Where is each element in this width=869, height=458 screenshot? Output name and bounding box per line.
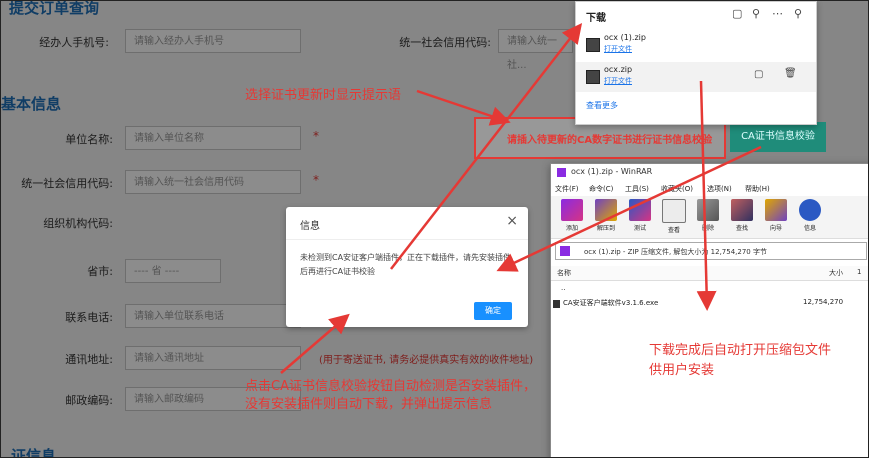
- delete-icon[interactable]: 🗑: [784, 68, 797, 79]
- folder-icon[interactable]: ▢: [732, 7, 742, 20]
- toolbar-info-button[interactable]: 信息: [795, 199, 825, 232]
- file-row[interactable]: ..: [551, 284, 868, 296]
- file-row[interactable]: CA安证客户端软件v3.1.6.exe 12,754,270: [551, 298, 868, 310]
- dialog-message: 未检测到CA安证客户端插件，正在下载插件，请先安装插件后再进行CA证书校验: [300, 253, 512, 276]
- test-icon: [629, 199, 651, 221]
- download-item[interactable]: ocx.zip 打开文件 ▢ 🗑: [576, 62, 816, 92]
- annotation-check-2: 没有安装插件则自动下载，并弹出提示信息: [245, 397, 493, 412]
- archive-path-text: ocx (1).zip - ZIP 压缩文件, 解包大小为 12,754,270…: [584, 248, 767, 256]
- col-size[interactable]: 大小: [829, 268, 843, 278]
- toolbar-add-button[interactable]: 添加: [557, 199, 587, 232]
- menu-help[interactable]: 帮助(H): [745, 184, 770, 194]
- download-item[interactable]: ocx (1).zip 打开文件: [576, 30, 816, 60]
- find-icon: [731, 199, 753, 221]
- see-more-link[interactable]: 查看更多: [586, 100, 618, 111]
- menu-file[interactable]: 文件(F): [555, 184, 579, 194]
- extract-icon: [595, 199, 617, 221]
- toolbar-wizard-button[interactable]: 向导: [761, 199, 791, 232]
- up-folder-icon[interactable]: [560, 246, 570, 256]
- delete-icon: [697, 199, 719, 221]
- add-icon: [561, 199, 583, 221]
- close-icon[interactable]: ×: [506, 213, 518, 229]
- annotation-download: 下载完成后自动打开压缩包文件: [649, 343, 832, 358]
- open-file-link[interactable]: 打开文件: [604, 44, 632, 54]
- dialog-ok-button[interactable]: 确定: [474, 302, 512, 320]
- zip-file-icon: [586, 38, 600, 52]
- ca-verify-button[interactable]: CA证书信息校验: [730, 122, 826, 152]
- pin-icon[interactable]: ⚲: [794, 7, 802, 20]
- info-dialog: 信息 × 未检测到CA安证客户端插件，正在下载插件，请先安装插件后再进行CA证书…: [286, 207, 528, 327]
- wizard-icon: [765, 199, 787, 221]
- download-filename: ocx (1).zip: [604, 33, 646, 42]
- toolbar-extract-button[interactable]: 解压到: [591, 199, 621, 232]
- menu-command[interactable]: 命令(C): [589, 184, 613, 194]
- winrar-title: ocx (1).zip - WinRAR: [571, 167, 653, 176]
- toolbar-find-button[interactable]: 查找: [727, 199, 757, 232]
- zip-file-icon: [586, 70, 600, 84]
- winrar-app-icon: [557, 168, 566, 177]
- search-icon[interactable]: ⚲: [752, 7, 760, 20]
- download-filename: ocx.zip: [604, 65, 633, 74]
- menu-tools[interactable]: 工具(S): [625, 184, 649, 194]
- exe-file-icon: [553, 300, 560, 308]
- col-name[interactable]: 名称: [557, 268, 571, 278]
- open-file-link[interactable]: 打开文件: [604, 76, 632, 86]
- annotation-download-2: 供用户安装: [649, 363, 715, 378]
- toolbar-delete-button[interactable]: 删除: [693, 199, 723, 232]
- dialog-divider: [286, 239, 528, 240]
- toolbar-view-button[interactable]: 查看: [659, 199, 689, 234]
- more-icon[interactable]: ⋯: [772, 7, 783, 20]
- downloads-title: 下载: [586, 13, 606, 24]
- toolbar-test-button[interactable]: 测试: [625, 199, 655, 232]
- annotation-hint: 选择证书更新时显示提示语: [245, 88, 402, 103]
- file-list-header: 名称 大小 1: [551, 266, 868, 281]
- file-size: 12,754,270: [803, 298, 844, 306]
- view-icon: [662, 199, 686, 223]
- menu-options[interactable]: 选项(N): [707, 184, 732, 194]
- winrar-toolbar: 添加 解压到 测试 查看 删除 查找 向导 信息: [551, 196, 868, 239]
- info-icon: [799, 199, 821, 221]
- archive-path-bar[interactable]: ocx (1).zip - ZIP 压缩文件, 解包大小为 12,754,270…: [555, 242, 867, 260]
- file-name: ..: [561, 284, 566, 292]
- menu-favorites[interactable]: 收藏夹(O): [661, 184, 693, 194]
- hint-banner: 请插入待更新的CA数字证书进行证书信息校验: [507, 135, 713, 146]
- winrar-menubar: 文件(F) 命令(C) 工具(S) 收藏夹(O) 选项(N) 帮助(H): [551, 182, 868, 196]
- downloads-panel: 下载 ▢ ⚲ ⋯ ⚲ ocx (1).zip 打开文件 ocx.zip 打开文件…: [575, 1, 817, 125]
- file-name: CA安证客户端软件v3.1.6.exe: [563, 299, 659, 307]
- dialog-title: 信息: [300, 221, 320, 232]
- winrar-titlebar: ocx (1).zip - WinRAR: [551, 164, 868, 182]
- screenshot-frame: 提交订单查询 经办人手机号: 请输入经办人手机号 统一社会信用代码: 请输入统一…: [0, 0, 869, 458]
- winrar-window: ocx (1).zip - WinRAR 文件(F) 命令(C) 工具(S) 收…: [550, 163, 868, 457]
- show-in-folder-icon[interactable]: ▢: [754, 69, 763, 80]
- col-extra[interactable]: 1: [857, 268, 861, 276]
- annotation-check: 点击CA证书信息校验按钮自动检测是否安装插件，: [245, 379, 536, 394]
